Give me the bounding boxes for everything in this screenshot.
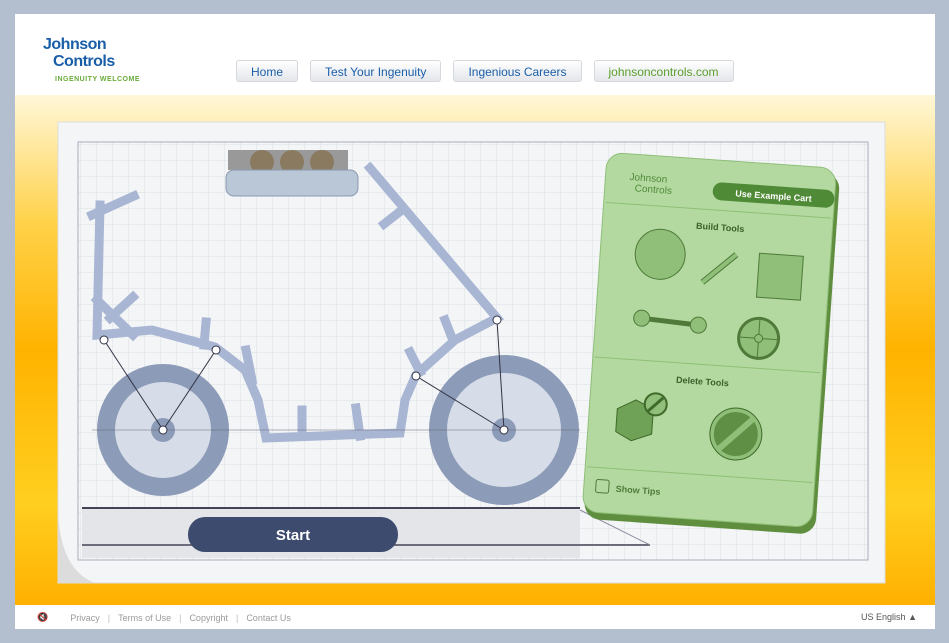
start-button[interactable]: Start [188, 517, 398, 552]
start-label: Start [276, 527, 310, 544]
wheel-tool-icon[interactable] [737, 316, 781, 360]
tools-panel: Johnson Controls Use Example Cart Build … [582, 152, 840, 534]
square-tool-icon[interactable] [755, 252, 804, 301]
payload-basket [225, 150, 359, 197]
game-canvas[interactable]: Start Johnson Controls Use Example Cart … [0, 0, 949, 643]
